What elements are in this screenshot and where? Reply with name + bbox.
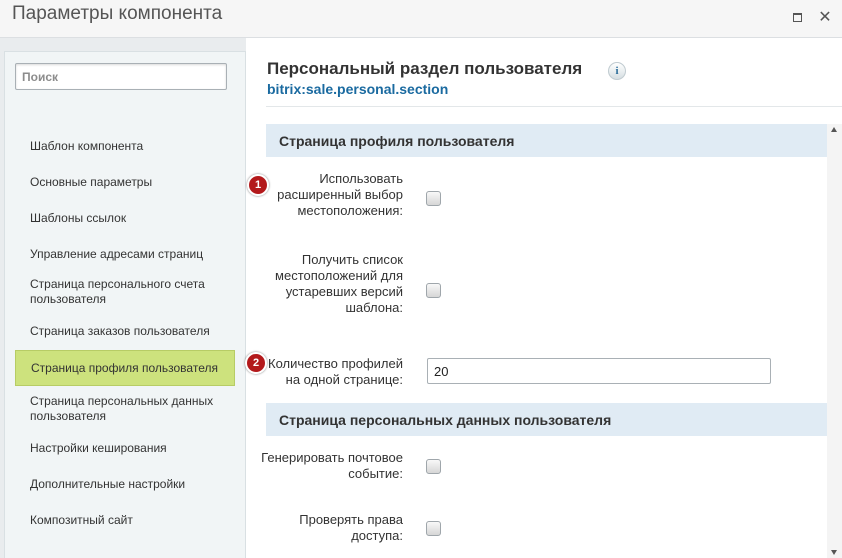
maximize-icon	[792, 12, 802, 22]
sidebar-item-label: Дополнительные настройки	[30, 476, 186, 491]
sidebar-item-orders-page[interactable]: Страница заказов пользователя	[15, 321, 235, 341]
maximize-button[interactable]	[787, 7, 807, 27]
sidebar-item-label: Основные параметры	[30, 174, 153, 189]
sidebar-item-caching[interactable]: Настройки кеширования	[15, 438, 235, 458]
sidebar-item-label: Управление адресами страниц	[30, 246, 204, 261]
field-label-location-list: Получить список местоположений для устар…	[275, 252, 403, 315]
step-badge-2: 2	[245, 352, 267, 374]
field-label-profiles-per-page: Количество профилей на одной странице:	[268, 356, 403, 387]
sidebar-item-composite[interactable]: Композитный сайт	[15, 510, 235, 530]
component-title: Персональный раздел пользователя	[267, 59, 583, 78]
step-badge-1: 1	[247, 174, 269, 196]
search-input[interactable]	[15, 63, 227, 90]
section-header-personal-data: Страница персональных данных пользовател…	[266, 403, 827, 436]
sidebar-item-label: Шаблон компонента	[30, 138, 144, 153]
close-button[interactable]: ✕	[815, 7, 835, 27]
section-header-profile: Страница профиля пользователя	[266, 124, 827, 157]
extended-location-checkbox[interactable]	[426, 191, 441, 206]
sidebar-item-label: Шаблоны ссылок	[30, 210, 127, 225]
field-label-mail-event: Генерировать почтовое событие:	[261, 450, 403, 481]
sidebar-item-template[interactable]: Шаблон компонента	[15, 136, 235, 156]
header-divider	[266, 106, 842, 107]
scroll-up-icon[interactable]	[831, 127, 837, 132]
sidebar-item-additional[interactable]: Дополнительные настройки	[15, 474, 235, 494]
sidebar-item-label: Страница персональных данных пользовател…	[30, 394, 214, 423]
sidebar-item-label: Композитный сайт	[30, 512, 133, 527]
access-check-checkbox[interactable]	[426, 521, 441, 536]
sidebar-item-label: Страница профиля пользователя	[31, 360, 218, 375]
location-list-checkbox[interactable]	[426, 283, 441, 298]
sidebar-item-label: Страница заказов пользователя	[30, 323, 210, 338]
window-titlebar: Параметры компонента ✕	[0, 0, 842, 38]
component-code: bitrix:sale.personal.section	[267, 81, 449, 97]
sidebar-item-basic[interactable]: Основные параметры	[15, 172, 235, 192]
scrollbar[interactable]	[827, 124, 842, 558]
info-icon[interactable]: i	[608, 62, 626, 80]
scroll-down-icon[interactable]	[831, 550, 837, 555]
field-label-extended-location: Использовать расширенный выбор местополо…	[277, 171, 403, 218]
window-title: Параметры компонента	[12, 3, 223, 24]
sidebar-item-url-management[interactable]: Управление адресами страниц	[15, 244, 235, 264]
settings-panel: Персональный раздел пользователя i bitri…	[246, 38, 842, 558]
sidebar-item-link-templates[interactable]: Шаблоны ссылок	[15, 208, 235, 228]
sidebar: Шаблон компонента Основные параметры Шаб…	[4, 51, 246, 558]
sidebar-item-profile-page[interactable]: Страница профиля пользователя	[15, 350, 235, 386]
sidebar-item-label: Страница персонального счета пользовател…	[30, 277, 205, 306]
mail-event-checkbox[interactable]	[426, 459, 441, 474]
sidebar-item-label: Настройки кеширования	[30, 440, 167, 455]
sidebar-item-account-page[interactable]: Страница персонального счета пользовател…	[15, 275, 235, 309]
sidebar-item-personal-data-page[interactable]: Страница персональных данных пользовател…	[15, 392, 235, 426]
profiles-per-page-input[interactable]	[427, 358, 771, 384]
close-icon: ✕	[818, 9, 832, 26]
field-label-access-check: Проверять права доступа:	[299, 512, 403, 543]
